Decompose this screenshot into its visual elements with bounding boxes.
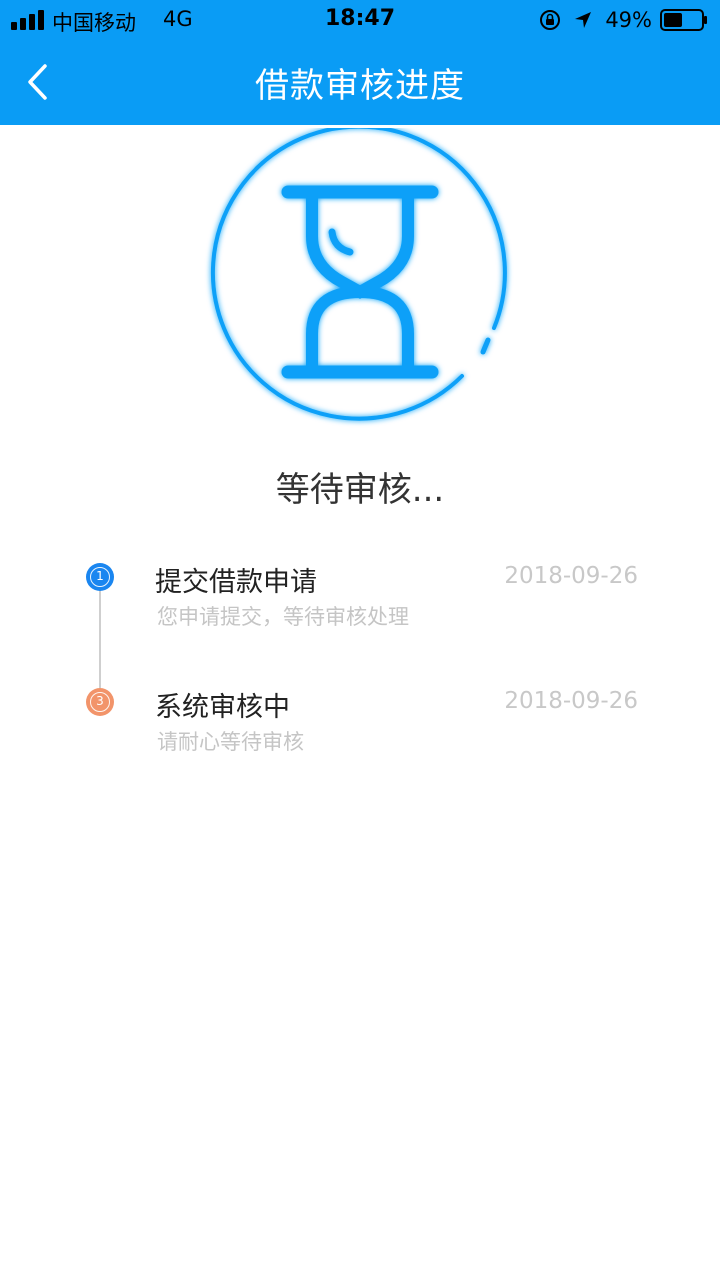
step-2-title: 系统审核中	[155, 692, 290, 723]
step-1-number: 1	[90, 567, 110, 587]
battery-icon	[660, 9, 707, 31]
step-2-date: 2018-09-26	[504, 688, 638, 714]
review-status-label: 等待审核...	[275, 470, 445, 510]
hourglass-icon	[210, 128, 507, 421]
status-bar: 中国移动 4G 18:47 49%	[0, 0, 720, 40]
step-2-dot: 3	[86, 688, 114, 716]
rotation-lock-icon	[540, 10, 561, 30]
step-1-date: 2018-09-26	[504, 563, 638, 589]
page-title: 借款审核进度	[255, 66, 465, 106]
timeline-connector	[99, 590, 101, 688]
step-1-dot: 1	[86, 563, 114, 591]
step-1-description: 您申请提交，等待审核处理	[157, 605, 409, 629]
step-2-description: 请耐心等待审核	[157, 730, 304, 754]
header: 中国移动 4G 18:47 49% 借款审核进度	[0, 0, 720, 125]
step-1-title: 提交借款申请	[155, 567, 317, 598]
battery-percent: 49%	[605, 8, 652, 32]
status-right: 49%	[539, 6, 708, 34]
nav-bar: 借款审核进度	[0, 40, 720, 125]
location-arrow-icon	[575, 12, 592, 28]
step-2-number: 3	[90, 692, 110, 712]
